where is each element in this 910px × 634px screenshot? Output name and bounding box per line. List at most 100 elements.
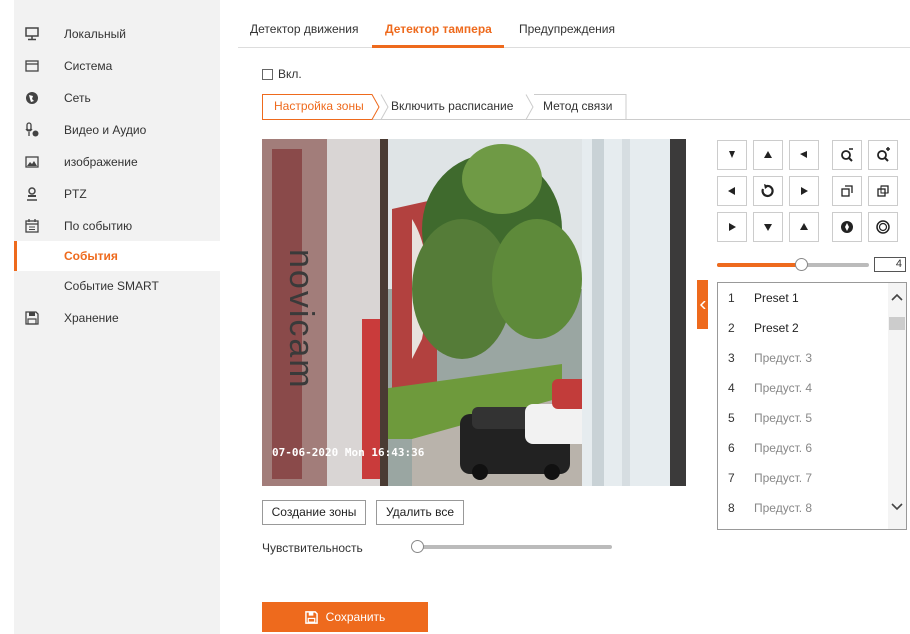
sidebar-item-label: PTZ	[64, 187, 87, 201]
sidebar-item-network[interactable]: Сеть	[14, 83, 220, 113]
zoom-in-icon	[877, 147, 890, 162]
preset-number: 7	[728, 471, 735, 485]
tab-motion-detector[interactable]: Детектор движения	[250, 22, 358, 36]
down-arrow-icon	[764, 224, 772, 231]
up-arrow-icon	[764, 151, 772, 158]
chevron-down-icon[interactable]	[891, 503, 903, 511]
preset-name: Preset 2	[754, 321, 799, 335]
ptz-down-right-button[interactable]	[789, 212, 819, 242]
floppy-icon	[304, 610, 318, 624]
ptz-panel-collapse-handle[interactable]	[697, 280, 708, 329]
zoom-out-icon	[841, 148, 853, 162]
sensitivity-label: Чувствительность	[262, 541, 363, 555]
sidebar-item-label: Событие SMART	[64, 279, 159, 293]
right-arrow-icon	[801, 187, 808, 195]
step-breadcrumb: Настройка зоны Включить расписание Метод…	[262, 94, 910, 120]
sidebar-item-by-event[interactable]: По событию	[14, 211, 220, 241]
tab-warnings[interactable]: Предупреждения	[519, 22, 615, 36]
iris-open-button[interactable]	[868, 212, 898, 242]
ptz-speed-value[interactable]: 4	[874, 257, 906, 272]
preset-number: 8	[728, 501, 735, 515]
iris-open-icon	[876, 220, 890, 234]
step-link-method[interactable]: Метод связи	[543, 94, 612, 120]
up-right-arrow-icon	[800, 151, 807, 158]
sensitivity-slider[interactable]	[413, 545, 612, 549]
monitor-icon	[25, 27, 39, 41]
ptz-up-button[interactable]	[753, 140, 783, 170]
sidebar-item-label: По событию	[64, 219, 133, 233]
step-enable-schedule[interactable]: Включить расписание	[391, 94, 513, 120]
chevron-up-icon[interactable]	[891, 293, 903, 301]
ptz-up-left-button[interactable]	[717, 140, 747, 170]
preset-number: 3	[728, 351, 735, 365]
checkbox-box[interactable]	[262, 68, 273, 80]
sidebar-item-events[interactable]: События	[14, 241, 220, 271]
sidebar-item-image[interactable]: изображение	[14, 147, 220, 177]
preset-list: 1 Preset 1 2 Preset 2 3 Предуст. 3 4 Предуст. 4…	[717, 282, 907, 530]
ptz-auto-rotate-button[interactable]	[753, 176, 783, 206]
calendar-icon	[25, 219, 39, 233]
iris-close-button[interactable]	[832, 212, 862, 242]
sidebar-item-label: События	[64, 249, 118, 263]
preset-row[interactable]: 2 Preset 2	[718, 313, 888, 343]
preset-name: Предуст. 4	[754, 381, 813, 395]
sidebar-item-label: Сеть	[64, 91, 91, 105]
scrollbar-thumb[interactable]	[889, 317, 905, 330]
video-preview[interactable]: novicam 07-06-2020 Mon 16:43:36	[262, 139, 686, 486]
ptz-left-button[interactable]	[717, 176, 747, 206]
preset-row[interactable]: 7 Предуст. 7	[718, 463, 888, 493]
zoom-in-button[interactable]	[868, 140, 898, 170]
sidebar-item-label: Система	[64, 59, 113, 73]
focus-far-icon	[877, 185, 889, 197]
video-watermark: novicam	[282, 249, 320, 390]
sidebar-item-smart-event[interactable]: Событие SMART	[14, 271, 220, 301]
ptz-down-button[interactable]	[753, 212, 783, 242]
ptz-right-button[interactable]	[789, 176, 819, 206]
ptz-user-icon	[27, 187, 37, 201]
preset-name: Предуст. 3	[754, 351, 813, 365]
left-arrow-icon	[728, 187, 735, 195]
system-window-icon	[25, 60, 39, 72]
down-left-arrow-icon	[729, 223, 736, 231]
sensitivity-slider-knob[interactable]	[411, 540, 424, 553]
ptz-speed-slider-knob[interactable]	[795, 258, 808, 271]
delete-all-button[interactable]: Удалить все	[376, 500, 464, 525]
preset-number: 4	[728, 381, 735, 395]
ptz-speed-fill	[717, 263, 801, 267]
ptz-down-left-button[interactable]	[717, 212, 747, 242]
zoom-out-button[interactable]	[832, 140, 862, 170]
ptz-up-right-button[interactable]	[789, 140, 819, 170]
focus-near-icon	[841, 185, 853, 197]
sidebar-item-video-audio[interactable]: Видео и Аудио	[14, 115, 220, 145]
preset-name: Предуст. 8	[754, 501, 813, 515]
sidebar-item-storage[interactable]: Хранение	[14, 303, 220, 333]
preset-row[interactable]: 6 Предуст. 6	[718, 433, 888, 463]
enable-checkbox[interactable]: Вкл.	[262, 67, 302, 81]
preset-list-scrollbar[interactable]	[888, 283, 906, 529]
save-button[interactable]: Сохранить	[262, 602, 428, 632]
preset-row[interactable]: 8 Предуст. 8	[718, 493, 888, 523]
sidebar-item-label: Локальный	[64, 27, 126, 41]
focus-near-button[interactable]	[832, 176, 862, 206]
storage-icon	[25, 311, 39, 325]
globe-icon	[26, 92, 38, 104]
video-audio-icon	[25, 122, 39, 137]
sidebar-item-ptz[interactable]: PTZ	[14, 179, 220, 209]
up-left-arrow-icon	[729, 151, 735, 158]
focus-far-button[interactable]	[868, 176, 898, 206]
preset-row[interactable]: 4 Предуст. 4	[718, 373, 888, 403]
sidebar-item-system[interactable]: Система	[14, 51, 220, 81]
tab-bar: Детектор движения Детектор тампера Преду…	[238, 0, 910, 48]
create-zone-button[interactable]: Создание зоны	[262, 500, 366, 525]
preset-row[interactable]: 1 Preset 1	[718, 283, 888, 313]
step-zone-setup[interactable]: Настройка зоны	[274, 94, 364, 120]
sidebar-item-local[interactable]: Локальный	[14, 19, 220, 49]
preset-row[interactable]: 3 Предуст. 3	[718, 343, 888, 373]
sidebar-item-label: Хранение	[64, 311, 119, 325]
active-tab-underline	[372, 45, 504, 48]
tab-tamper-detector[interactable]: Детектор тампера	[385, 22, 492, 36]
preset-row[interactable]: 5 Предуст. 5	[718, 403, 888, 433]
sidebar-item-label: Видео и Аудио	[64, 123, 147, 137]
sidebar-item-label: изображение	[64, 155, 138, 169]
chevron-left-icon	[699, 300, 706, 309]
